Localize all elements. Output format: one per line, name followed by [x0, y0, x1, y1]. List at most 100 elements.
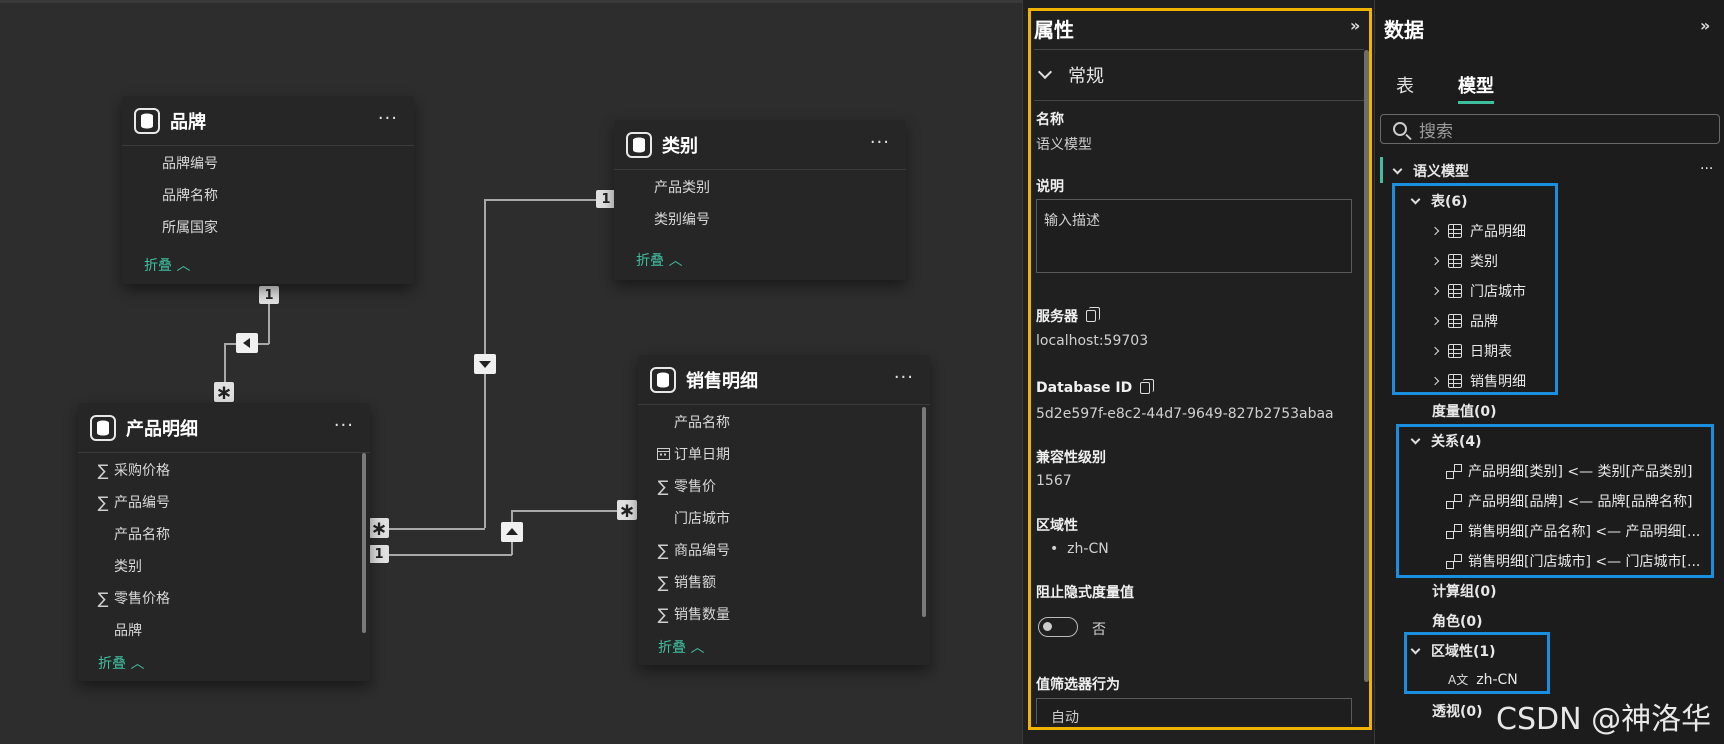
table-card-header[interactable]: 品牌 ···	[122, 96, 414, 146]
expand-pane-icon[interactable]: »	[1350, 16, 1360, 35]
more-options-icon[interactable]: ···	[894, 367, 914, 388]
field-item[interactable]: 品牌名称	[162, 179, 414, 211]
field-item[interactable]: 品牌编号	[162, 147, 414, 179]
chevron-right-icon	[1430, 346, 1440, 356]
table-icon	[1448, 314, 1462, 328]
table-card-product-detail[interactable]: 产品明细 ··· ∑ 采购价格 ∑ 产品编号 产品名称 类别 ∑ 零售价格 品牌 折叠…	[78, 403, 370, 681]
collapse-link[interactable]: 折叠 ︿	[144, 255, 190, 275]
field-item[interactable]: 类别	[92, 550, 370, 582]
field-item[interactable]: ∑ 商品编号	[652, 534, 930, 566]
tree-root-semantic-model[interactable]: 语义模型	[1392, 161, 1469, 181]
tree-item-table[interactable]: 品牌	[1430, 311, 1498, 331]
tree-item-relationship[interactable]: 销售明细[产品名称] <— 产品明细[...	[1446, 521, 1700, 541]
field-item[interactable]: 门店城市	[652, 502, 930, 534]
tree-group-measures[interactable]: 度量值(0)	[1432, 401, 1497, 421]
relation-line[interactable]	[382, 528, 485, 530]
field-name: 品牌	[114, 623, 142, 639]
implicit-measures-toggle[interactable]	[1038, 617, 1078, 637]
collapse-link[interactable]: 折叠 ︿	[636, 250, 682, 270]
field-name: 商品编号	[674, 543, 730, 559]
field-item[interactable]: 品牌	[92, 614, 370, 646]
tree-group-tables[interactable]: 表(6)	[1410, 191, 1468, 211]
tree-group-calculation-groups[interactable]: 计算组(0)	[1432, 581, 1497, 601]
tree-item-relationship[interactable]: 产品明细[品牌] <— 品牌[品牌名称]	[1446, 491, 1692, 511]
field-item[interactable]: ∑ 销售数量	[652, 598, 930, 630]
collapse-link[interactable]: 折叠 ︿	[658, 637, 704, 657]
general-section-toggle[interactable]: 常规	[1037, 62, 1104, 88]
tree-item-table[interactable]: 销售明细	[1430, 371, 1526, 391]
copy-icon[interactable]	[1140, 379, 1155, 394]
field-item[interactable]: ∑ 销售额	[652, 566, 930, 598]
field-item[interactable]: 产品类别	[654, 171, 906, 203]
field-item[interactable]: 类别编号	[654, 203, 906, 235]
search-input[interactable]: 搜索	[1380, 114, 1720, 144]
tree-label: 区域性(1)	[1431, 644, 1496, 660]
tree-label: 语义模型	[1413, 164, 1469, 180]
collapse-link[interactable]: 折叠 ︿	[98, 653, 144, 673]
search-placeholder: 搜索	[1419, 121, 1453, 142]
tree-group-roles[interactable]: 角色(0)	[1432, 611, 1483, 631]
value-filter-behavior-select[interactable]: 自动	[1036, 698, 1352, 724]
copy-icon[interactable]	[1086, 307, 1100, 322]
table-title: 类别	[662, 135, 698, 157]
relation-line[interactable]	[484, 199, 604, 201]
relation-line[interactable]	[511, 510, 617, 512]
tab-model[interactable]: 模型	[1458, 72, 1494, 98]
more-options-icon[interactable]: ···	[870, 132, 890, 153]
tree-label: 门店城市	[1470, 284, 1526, 300]
more-options-icon[interactable]: ···	[378, 108, 398, 129]
tree-label: 度量值(0)	[1432, 404, 1497, 420]
field-name: 销售额	[674, 575, 716, 591]
tree-item-relationship[interactable]: 销售明细[门店城市] <— 门店城市[...	[1446, 551, 1700, 571]
compatibility-label: 兼容性级别	[1036, 450, 1106, 466]
chevron-down-icon	[1392, 164, 1403, 174]
scrollbar[interactable]	[922, 407, 926, 617]
field-item[interactable]: 所属国家	[162, 211, 414, 243]
more-options-icon[interactable]: ···	[1700, 161, 1713, 177]
field-item[interactable]: 产品名称	[92, 518, 370, 550]
field-item[interactable]: 产品名称	[652, 406, 930, 438]
field-item[interactable]: ∑ 零售价格	[92, 582, 370, 614]
tree-item-table[interactable]: 类别	[1430, 251, 1498, 271]
table-card-sales-detail[interactable]: 销售明细 ··· 产品名称 订单日期 ∑ 零售价 门店城市 ∑ 商品编号 ∑ 销售额 …	[638, 355, 930, 665]
table-card-brand[interactable]: 品牌 ··· 品牌编号 品牌名称 所属国家 折叠 ︿	[122, 96, 414, 284]
tree-item-table[interactable]: 日期表	[1430, 341, 1512, 361]
scrollbar[interactable]	[362, 453, 366, 633]
description-input[interactable]: 输入描述	[1036, 199, 1352, 273]
table-card-category[interactable]: 类别 ··· 产品类别 类别编号 折叠 ︿	[614, 120, 906, 280]
discourage-implicit-measures-label: 阻止隐式度量值	[1036, 585, 1134, 601]
tree-group-perspectives[interactable]: 透视(0)	[1432, 701, 1483, 721]
divider	[1034, 100, 1364, 101]
relation-line[interactable]	[382, 554, 512, 556]
chevron-right-icon	[1430, 376, 1440, 386]
field-item[interactable]: ∑ 零售价	[652, 470, 930, 502]
tab-tables[interactable]: 表	[1396, 72, 1414, 98]
table-card-header[interactable]: 类别 ···	[614, 120, 906, 170]
tree-item-relationship[interactable]: 产品明细[类别] <— 类别[产品类别]	[1446, 461, 1692, 481]
sum-icon: ∑	[97, 588, 109, 608]
field-item[interactable]: 订单日期	[652, 438, 930, 470]
more-options-icon[interactable]: ···	[334, 415, 354, 436]
tree-item-culture[interactable]: A文 zh-CN	[1448, 671, 1518, 688]
expand-pane-icon[interactable]: »	[1700, 16, 1710, 35]
table-card-header[interactable]: 销售明细 ···	[638, 355, 930, 405]
relation-line[interactable]	[268, 300, 270, 344]
tree-item-table[interactable]: 产品明细	[1430, 221, 1526, 241]
field-name: 零售价格	[114, 591, 170, 607]
compatibility-value: 1567	[1036, 473, 1072, 489]
scrollbar[interactable]	[1364, 50, 1369, 682]
table-card-header[interactable]: 产品明细 ···	[78, 403, 370, 453]
tree-label: 销售明细[门店城市] <— 门店城市[...	[1468, 554, 1701, 570]
tree-group-relationships[interactable]: 关系(4)	[1410, 431, 1482, 451]
tree-label: 角色(0)	[1432, 614, 1483, 630]
field-item[interactable]: ∑ 采购价格	[92, 454, 370, 486]
tree-item-table[interactable]: 门店城市	[1430, 281, 1526, 301]
tree-label: 产品明细[品牌] <— 品牌[品牌名称]	[1468, 494, 1693, 510]
name-value[interactable]: 语义模型	[1036, 134, 1092, 154]
tree-group-cultures[interactable]: 区域性(1)	[1410, 641, 1496, 661]
field-name: 产品名称	[114, 527, 170, 543]
description-label: 说明	[1036, 179, 1064, 195]
field-item[interactable]: ∑ 产品编号	[92, 486, 370, 518]
server-label-text: 服务器	[1036, 309, 1078, 325]
culture-value: • zh-CN	[1050, 541, 1109, 557]
